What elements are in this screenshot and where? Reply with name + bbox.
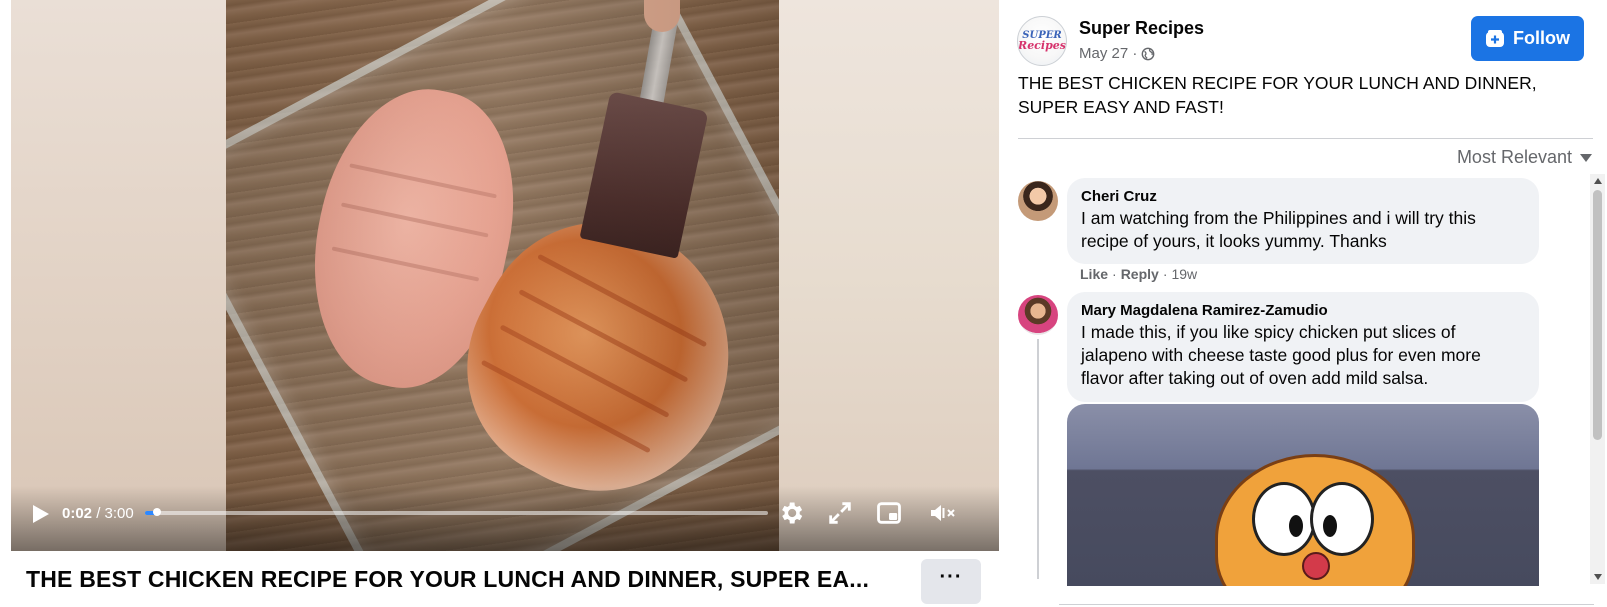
more-dots-icon: ··· [939, 566, 963, 588]
sort-label: Most Relevant [1456, 147, 1572, 167]
post-panel: SUPER Recipes Super Recipes May 27 · Fol… [999, 0, 1607, 607]
fullscreen-icon[interactable] [826, 499, 854, 527]
page-name[interactable]: Super Recipes [1079, 18, 1204, 39]
comment-sort-dropdown[interactable]: Most Relevant [1457, 147, 1592, 168]
cartoon-eye [1310, 482, 1374, 556]
more-options-button[interactable]: ··· [921, 559, 981, 604]
progress-handle[interactable] [153, 508, 162, 516]
divider [1059, 604, 1594, 605]
current-time: 0:02 [62, 505, 93, 522]
gear-icon[interactable] [777, 499, 805, 527]
post-date[interactable]: May 27 · [1079, 45, 1137, 62]
video-frame [226, 0, 779, 551]
comment-author[interactable]: Cheri Cruz [1081, 187, 1525, 207]
video-player[interactable]: 0:02 / 3:00 [11, 0, 999, 551]
comment-actions: Like · Reply · 19w [1080, 266, 1197, 282]
comment-bubble: Cheri Cruz I am watching from the Philip… [1067, 178, 1539, 264]
separator: · [1162, 266, 1168, 282]
follow-label: Follow [1513, 28, 1570, 48]
follow-page-icon [1486, 29, 1504, 47]
comments-scrollbar[interactable] [1590, 174, 1605, 584]
scroll-up-arrow-icon[interactable] [1594, 178, 1602, 184]
divider [1018, 138, 1593, 139]
caret-down-icon [1580, 153, 1592, 162]
scrollbar-thumb[interactable] [1593, 190, 1602, 440]
scroll-down-arrow-icon[interactable] [1594, 574, 1602, 580]
like-link[interactable]: Like [1080, 266, 1108, 282]
post-meta: May 27 · [1079, 45, 1155, 62]
follow-button[interactable]: Follow [1471, 16, 1584, 61]
post-caption: THE BEST CHICKEN RECIPE FOR YOUR LUNCH A… [1018, 73, 1537, 117]
super-recipes-logo: SUPER Recipes [1018, 30, 1066, 52]
separator: · [1112, 266, 1117, 282]
page-avatar[interactable]: SUPER Recipes [1017, 16, 1067, 66]
comment-age[interactable]: 19w [1171, 266, 1197, 282]
globe-icon [1141, 47, 1155, 60]
reply-link[interactable]: Reply [1121, 266, 1159, 282]
comment-text: I made this, if you like spicy chicken p… [1081, 322, 1481, 388]
cartoon-nose [1302, 552, 1330, 580]
video-title: THE BEST CHICKEN RECIPE FOR YOUR LUNCH A… [26, 566, 870, 592]
cartoon-eye [1252, 482, 1316, 556]
play-icon[interactable] [31, 503, 51, 525]
comment-bubble: Mary Magdalena Ramirez-Zamudio I made th… [1067, 292, 1539, 402]
miniplayer-icon[interactable] [875, 499, 903, 527]
comments-list: Cheri Cruz I am watching from the Philip… [999, 176, 1589, 586]
video-blur-left [11, 0, 226, 551]
duration: / 3:00 [96, 505, 134, 522]
commenter-avatar[interactable] [1018, 295, 1058, 335]
video-blur-right [779, 0, 999, 551]
comment-author[interactable]: Mary Magdalena Ramirez-Zamudio [1081, 301, 1525, 321]
commenter-avatar[interactable] [1018, 181, 1058, 221]
muted-volume-icon[interactable] [928, 499, 956, 527]
progress-bar[interactable] [145, 508, 768, 516]
comment-gif-image[interactable] [1067, 404, 1539, 586]
video-controls: 0:02 / 3:00 [11, 486, 999, 551]
video-time: 0:02 / 3:00 [62, 505, 134, 522]
comment-text: I am watching from the Philippines and i… [1081, 208, 1476, 251]
thread-line [1037, 339, 1039, 579]
